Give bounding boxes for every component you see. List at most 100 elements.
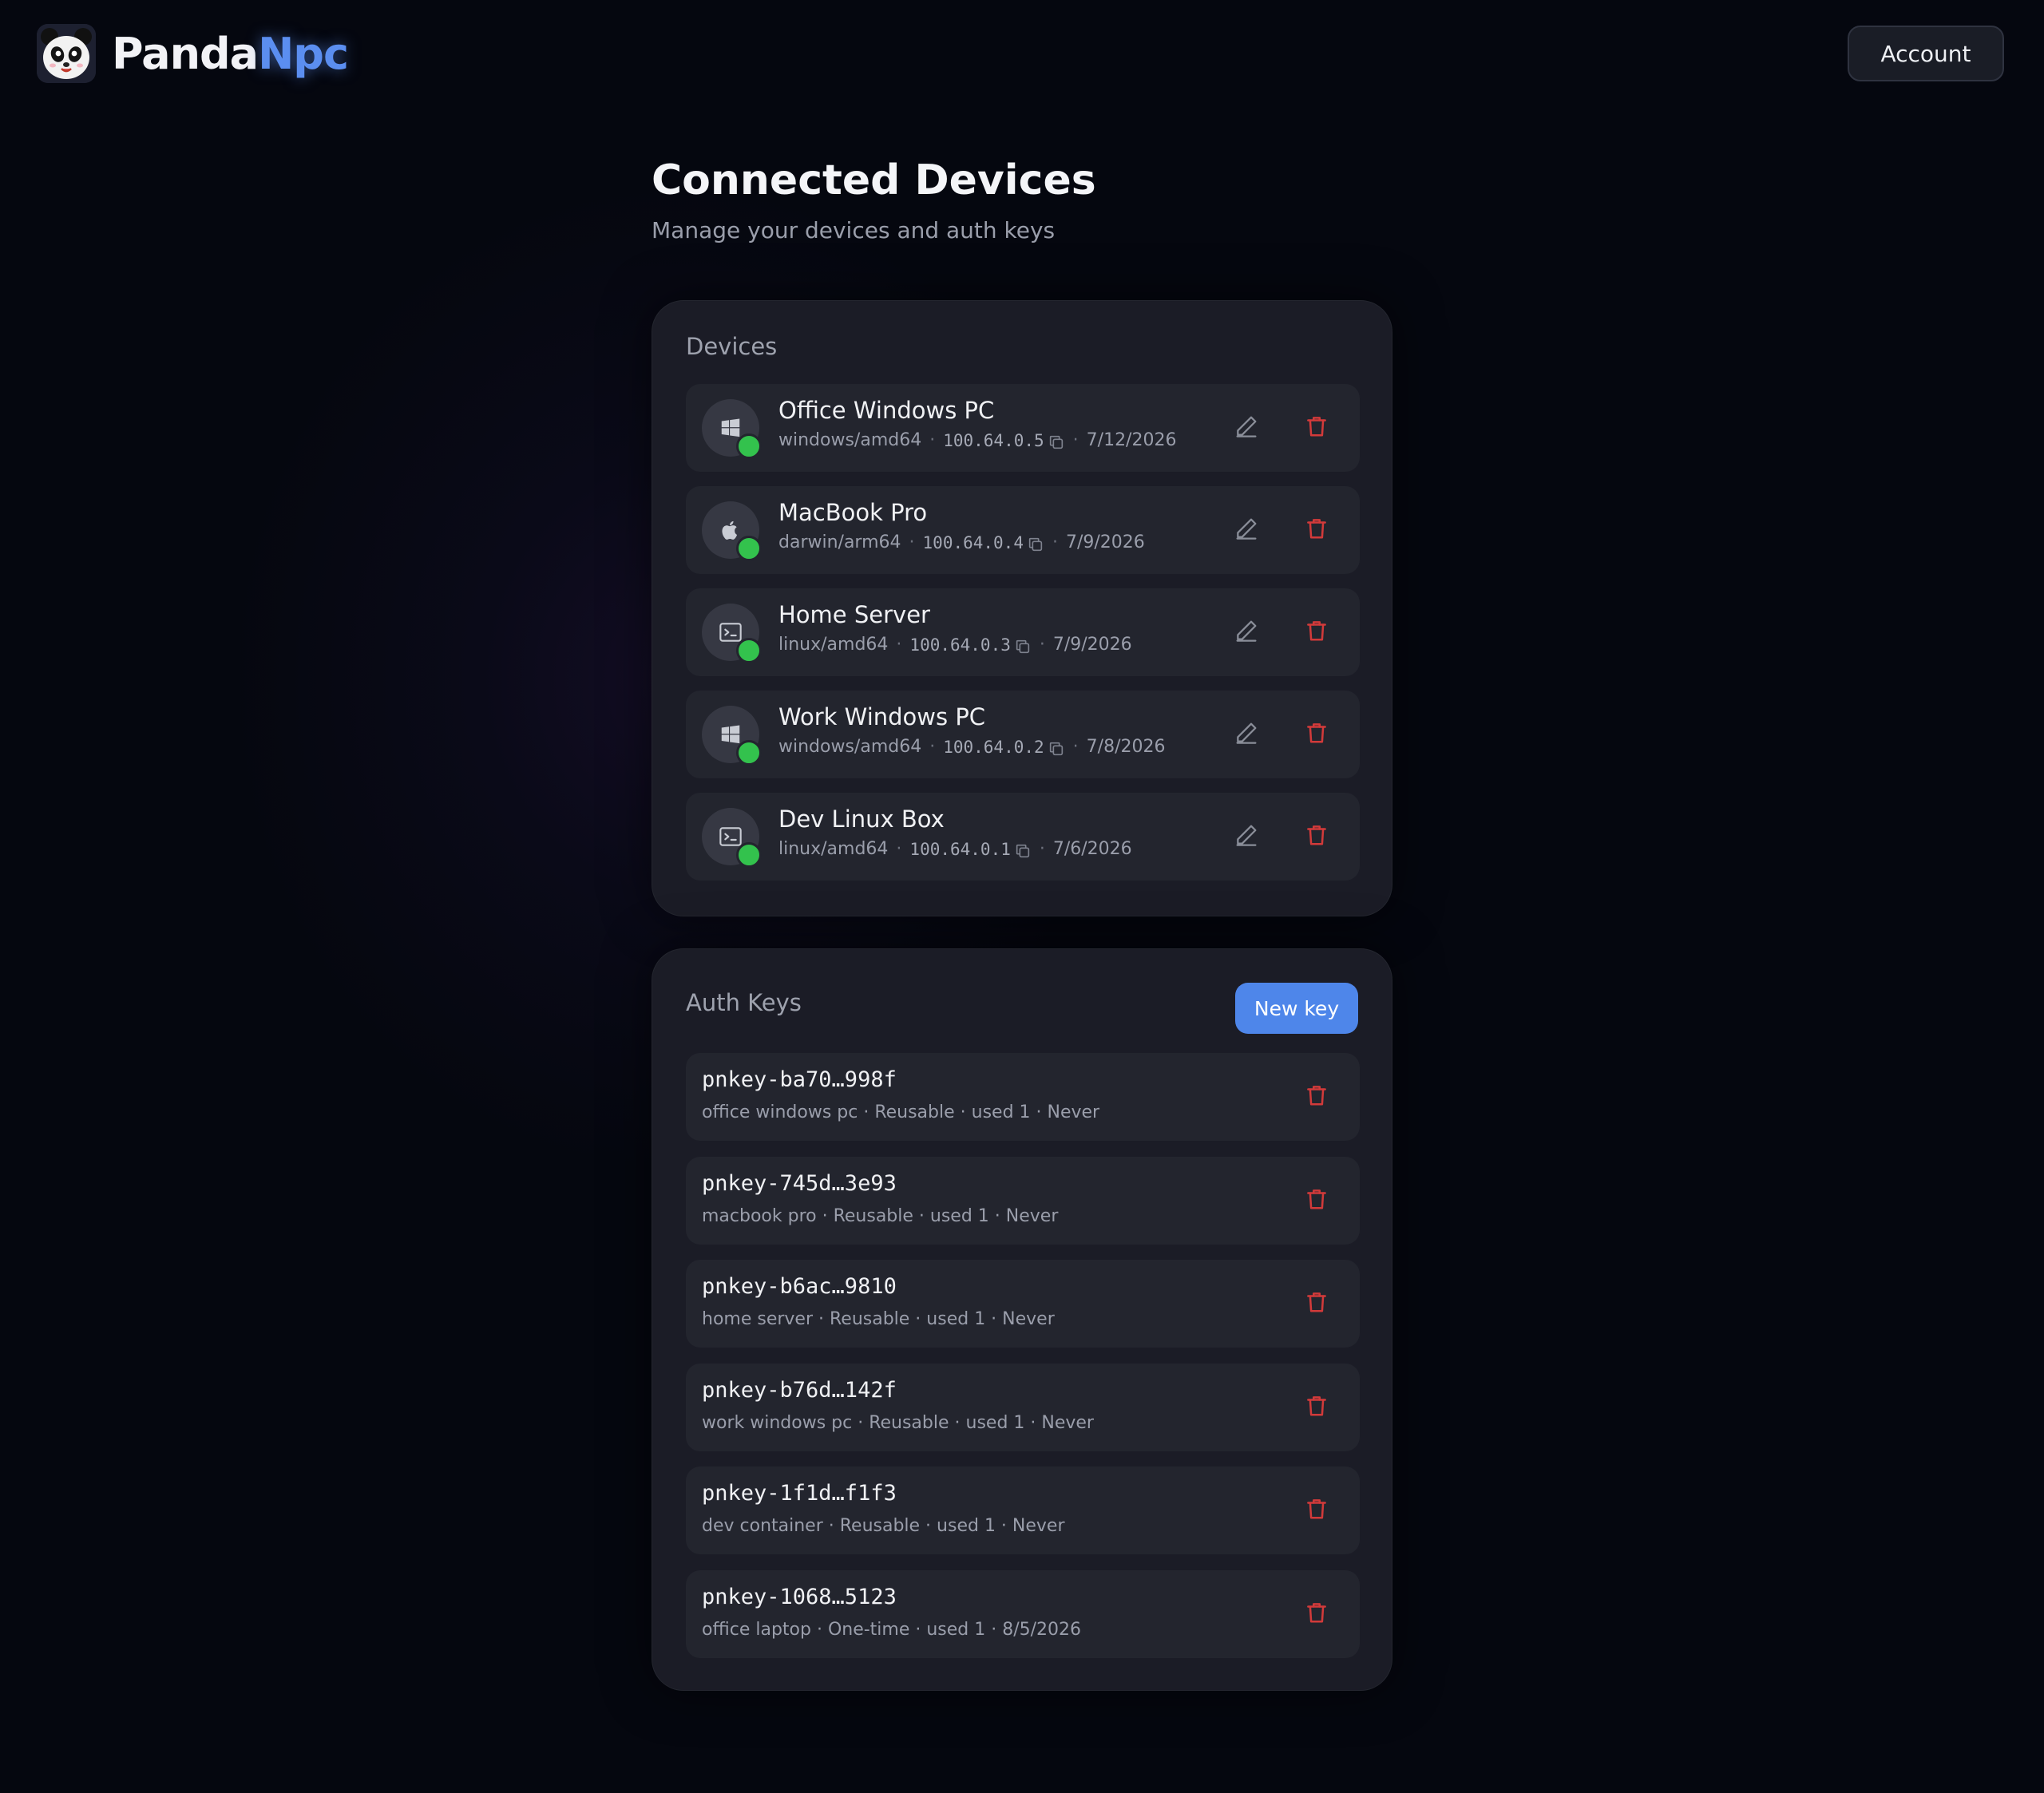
auth-key-meta: home server · Reusable · used 1 · Never — [702, 1309, 1055, 1329]
pencil-icon — [1234, 516, 1259, 544]
trash-icon — [1305, 1289, 1329, 1318]
edit-device-button[interactable] — [1232, 618, 1261, 647]
auth-key-row: pnkey-745d…3e93 macbook pro · Reusable · … — [686, 1156, 1360, 1245]
trash-icon — [1305, 1186, 1329, 1215]
device-icon-wrap — [702, 604, 762, 663]
separator: · — [909, 532, 915, 552]
auth-key-row: pnkey-b6ac…9810 home server · Reusable · … — [686, 1260, 1360, 1348]
edit-device-button[interactable] — [1232, 414, 1261, 442]
device-icon-wrap — [702, 399, 762, 459]
device-name: Office Windows PC — [778, 397, 995, 424]
copy-icon[interactable] — [1048, 740, 1065, 758]
page-title: Connected Devices — [652, 156, 1096, 204]
account-button[interactable]: Account — [1848, 26, 2004, 81]
device-ip: 100.64.0.2 — [943, 737, 1044, 757]
copy-icon[interactable] — [1027, 536, 1044, 553]
device-date: 7/9/2026 — [1052, 635, 1132, 655]
delete-device-button[interactable] — [1302, 822, 1331, 851]
delete-device-button[interactable] — [1302, 618, 1331, 647]
separator: · — [929, 430, 936, 450]
delete-device-button[interactable] — [1302, 414, 1331, 442]
devices-section-title: Devices — [686, 333, 778, 360]
separator: · — [896, 635, 902, 655]
device-name: Home Server — [778, 601, 930, 628]
auth-key-row: pnkey-1f1d…f1f3 dev container · Reusable … — [686, 1466, 1360, 1554]
delete-key-button[interactable] — [1302, 1496, 1331, 1525]
copy-icon[interactable] — [1014, 638, 1032, 655]
delete-key-button[interactable] — [1302, 1083, 1331, 1111]
edit-device-button[interactable] — [1232, 516, 1261, 544]
device-ip: 100.64.0.4 — [922, 532, 1024, 552]
device-ip: 100.64.0.3 — [909, 635, 1011, 655]
delete-device-button[interactable] — [1302, 516, 1331, 544]
trash-icon — [1305, 720, 1329, 749]
separator: · — [1052, 532, 1058, 552]
online-status-dot — [736, 638, 762, 663]
auth-key-row: pnkey-ba70…998f office windows pc · Reusa… — [686, 1053, 1360, 1141]
trash-icon — [1305, 822, 1329, 851]
delete-key-button[interactable] — [1302, 1600, 1331, 1629]
device-row: MacBook Pro darwin/arm64 · 100.64.0.4 · 7/9/2… — [686, 486, 1360, 574]
device-date: 7/9/2026 — [1065, 532, 1145, 552]
auth-keys-card: Auth Keys New key pnkey-ba70…998f office … — [652, 948, 1392, 1691]
auth-key-row: pnkey-1068…5123 office laptop · One-time … — [686, 1569, 1360, 1658]
auth-key-id: pnkey-1f1d…f1f3 — [702, 1481, 897, 1506]
trash-icon — [1305, 516, 1329, 544]
device-platform: windows/amd64 — [778, 737, 922, 757]
pencil-icon — [1234, 414, 1259, 442]
device-ip: 100.64.0.1 — [909, 839, 1011, 859]
device-icon-wrap — [702, 501, 762, 561]
device-row: Office Windows PC windows/amd64 · 100.64.0.… — [686, 384, 1360, 472]
trash-icon — [1305, 1083, 1329, 1111]
pencil-icon — [1234, 822, 1259, 851]
copy-icon[interactable] — [1048, 433, 1065, 451]
device-date: 7/6/2026 — [1052, 839, 1132, 859]
online-status-dot — [736, 740, 762, 766]
device-name: MacBook Pro — [778, 499, 928, 526]
trash-icon — [1305, 1600, 1329, 1629]
auth-key-id: pnkey-745d…3e93 — [702, 1170, 897, 1196]
brand-name-part1: Panda — [112, 28, 259, 79]
device-meta: darwin/arm64 · 100.64.0.4 · 7/9/2026 — [778, 532, 1145, 552]
delete-key-button[interactable] — [1302, 1393, 1331, 1422]
delete-device-button[interactable] — [1302, 720, 1331, 749]
separator: · — [1072, 430, 1079, 450]
online-status-dot — [736, 536, 762, 561]
online-status-dot — [736, 842, 762, 868]
separator: · — [1039, 635, 1045, 655]
edit-device-button[interactable] — [1232, 822, 1261, 851]
brand-name: PandaNpc — [112, 28, 349, 79]
auth-key-row: pnkey-b76d…142f work windows pc · Reusabl… — [686, 1363, 1360, 1451]
auth-key-id: pnkey-1068…5123 — [702, 1584, 897, 1609]
pencil-icon — [1234, 618, 1259, 647]
separator: · — [896, 839, 902, 859]
device-ip: 100.64.0.5 — [943, 430, 1044, 450]
auth-key-meta: work windows pc · Reusable · used 1 · Ne… — [702, 1412, 1094, 1433]
edit-device-button[interactable] — [1232, 720, 1261, 749]
trash-icon — [1305, 1496, 1329, 1525]
auth-key-meta: dev container · Reusable · used 1 · Neve… — [702, 1516, 1065, 1536]
auth-key-meta: macbook pro · Reusable · used 1 · Never — [702, 1205, 1059, 1226]
device-name: Work Windows PC — [778, 703, 986, 730]
trash-icon — [1305, 618, 1329, 647]
device-meta: windows/amd64 · 100.64.0.5 · 7/12/2026 — [778, 430, 1176, 450]
auth-key-meta: office laptop · One-time · used 1 · 8/5/… — [702, 1619, 1082, 1640]
new-key-button[interactable]: New key — [1235, 983, 1358, 1034]
devices-card: Devices Office Windows PC windows/amd64 · 1… — [652, 300, 1392, 916]
auth-key-meta: office windows pc · Reusable · used 1 · … — [702, 1102, 1100, 1122]
device-icon-wrap — [702, 706, 762, 766]
page-subtitle: Manage your devices and auth keys — [652, 217, 1056, 243]
device-name: Dev Linux Box — [778, 805, 945, 833]
auth-key-id: pnkey-b6ac…9810 — [702, 1274, 897, 1299]
copy-icon[interactable] — [1014, 842, 1032, 860]
device-row: Home Server linux/amd64 · 100.64.0.3 · 7/9/20… — [686, 588, 1360, 676]
brand-logo[interactable]: PandaNpc — [37, 24, 349, 83]
device-platform: windows/amd64 — [778, 430, 922, 450]
separator: · — [1072, 737, 1079, 757]
delete-key-button[interactable] — [1302, 1289, 1331, 1318]
trash-icon — [1305, 414, 1329, 442]
device-platform: linux/amd64 — [778, 839, 889, 859]
delete-key-button[interactable] — [1302, 1186, 1331, 1215]
panda-logo-icon — [37, 24, 96, 83]
device-icon-wrap — [702, 808, 762, 868]
